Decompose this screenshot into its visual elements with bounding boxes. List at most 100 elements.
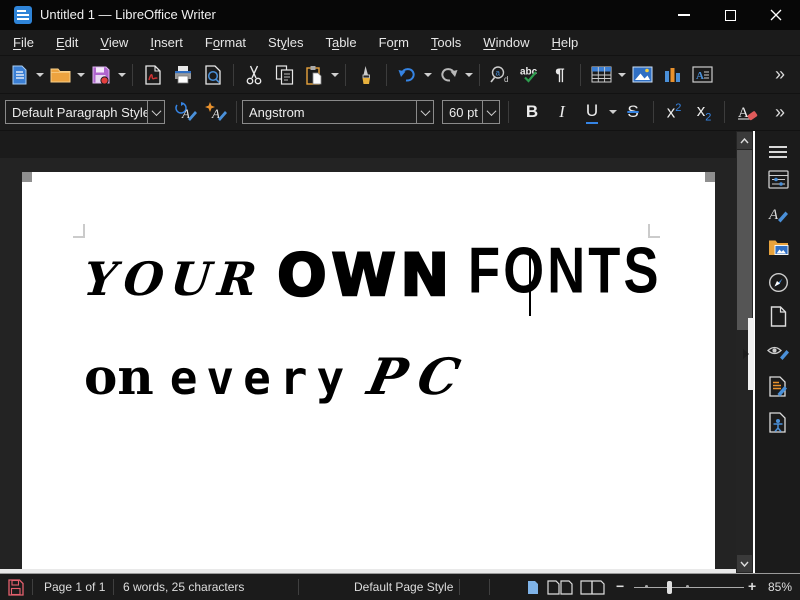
menu-table[interactable]: Table [314,31,367,54]
document-word[interactable]: FONTS [468,238,662,303]
menu-view[interactable]: View [89,31,139,54]
dropdown-arrow-icon[interactable] [463,60,474,90]
export-pdf-button[interactable] [138,60,168,90]
document-word[interactable]: OWN [277,246,454,304]
menu-format[interactable]: Format [194,31,257,54]
scroll-down-button[interactable] [737,555,752,572]
print-preview-button[interactable] [198,60,228,90]
document-word[interactable]: every [170,355,353,401]
dropdown-arrow-icon[interactable] [75,60,86,90]
find-replace-button[interactable]: ad [485,60,515,90]
zoom-in-button[interactable]: + [748,578,756,594]
single-page-view-button[interactable] [527,580,539,595]
unsaved-changes-icon[interactable] [8,579,24,596]
toolbar-overflow-button[interactable]: » [764,60,794,90]
page-number-status[interactable]: Page 1 of 1 [44,580,105,594]
sidebar-styles-button[interactable]: A [765,200,791,226]
underline-button[interactable]: U [577,97,607,127]
spelling-button[interactable]: abc [515,60,545,90]
menu-styles[interactable]: Styles [257,31,314,54]
insert-table-button[interactable] [586,60,616,90]
scroll-up-button[interactable] [737,132,752,149]
subscript-button[interactable]: x2 [689,97,719,127]
maximize-button[interactable] [707,0,753,30]
clone-formatting-button[interactable] [351,60,381,90]
update-style-button[interactable]: A [171,97,201,127]
sidebar-accessibility-check-button[interactable] [765,409,791,435]
zoom-out-button[interactable]: − [616,578,624,594]
save-button[interactable] [86,60,116,90]
close-button[interactable] [753,0,799,30]
sidebar-navigator-button[interactable] [765,269,791,295]
font-name-combobox[interactable]: Angstrom [242,100,434,124]
formatting-marks-button[interactable]: ¶ [545,60,575,90]
minimize-button[interactable] [661,0,707,30]
menu-window[interactable]: Window [472,31,540,54]
open-button[interactable] [45,60,75,90]
sidebar-gallery-button[interactable] [765,234,791,260]
menu-help[interactable]: Help [541,31,590,54]
sidebar-page-button[interactable] [765,303,791,329]
scrollbar-thumb[interactable] [737,150,752,330]
paragraph-style-combobox[interactable]: Default Paragraph Style [5,100,165,124]
menu-form[interactable]: Form [368,31,420,54]
menu-insert[interactable]: Insert [139,31,194,54]
sidebar-style-inspector-button[interactable] [765,338,791,364]
minimize-icon [678,14,690,16]
document-canvas[interactable]: YOUR OWN FONTS on every PC [0,158,736,573]
dropdown-arrow-icon[interactable] [116,60,127,90]
zoom-slider-handle[interactable] [667,581,672,594]
document-word[interactable]: PC [364,352,476,402]
paste-icon [305,65,323,85]
redo-button[interactable] [433,60,463,90]
copy-icon [275,65,294,85]
sidebar-hide-handle[interactable] [748,318,754,390]
document-word[interactable]: on [84,352,154,402]
insert-textbox-button[interactable]: A [687,60,717,90]
menu-tools[interactable]: Tools [420,31,472,54]
superscript-button[interactable]: x2 [659,97,689,127]
book-view-button[interactable] [579,580,606,595]
page-style-status[interactable]: Default Page Style [354,580,453,594]
zoom-slider-track[interactable] [634,587,744,588]
insert-chart-button[interactable] [657,60,687,90]
copy-button[interactable] [269,60,299,90]
dropdown-arrow-icon[interactable] [329,60,340,90]
undo-button[interactable] [392,60,422,90]
horizontal-ruler[interactable]: 1 2 3 4 5 6 7 [0,131,736,158]
sidebar-settings-button[interactable] [765,139,791,165]
toolbar-overflow-button[interactable]: » [764,97,794,127]
new-style-icon: A [204,102,228,122]
menu-file[interactable]: File [2,31,45,54]
toolbar-separator [653,101,654,123]
bold-button[interactable]: B [517,97,547,127]
new-document-button[interactable] [4,60,34,90]
clear-formatting-button[interactable]: A [730,97,764,127]
document-text-line[interactable]: on every PC [84,352,471,408]
font-size-combobox[interactable]: 60 pt [442,100,500,124]
zoom-level-status[interactable]: 85% [768,580,792,594]
sidebar-manage-changes-button[interactable] [765,373,791,399]
dropdown-arrow-icon[interactable] [34,60,45,90]
title-bar: Untitled 1 — LibreOffice Writer [0,0,800,30]
print-button[interactable] [168,60,198,90]
document-text-line[interactable]: YOUR OWN FONTS [84,246,653,314]
italic-button[interactable]: I [547,97,577,127]
strikethrough-button[interactable]: S [618,97,648,127]
multi-page-view-button[interactable] [547,580,573,595]
chevron-down-icon[interactable] [147,101,164,123]
dropdown-arrow-icon[interactable] [422,60,433,90]
page[interactable]: YOUR OWN FONTS on every PC [22,172,715,573]
chevron-down-icon[interactable] [482,101,499,123]
cut-button[interactable] [239,60,269,90]
dropdown-arrow-icon[interactable] [607,97,618,127]
sidebar-properties-button[interactable] [765,166,791,192]
paste-button[interactable] [299,60,329,90]
dropdown-arrow-icon[interactable] [616,60,627,90]
chevron-down-icon[interactable] [416,101,433,123]
insert-image-button[interactable] [627,60,657,90]
word-count-status[interactable]: 6 words, 25 characters [123,580,244,594]
new-style-button[interactable]: A [201,97,231,127]
document-word[interactable]: YOUR [82,256,266,302]
menu-edit[interactable]: Edit [45,31,89,54]
